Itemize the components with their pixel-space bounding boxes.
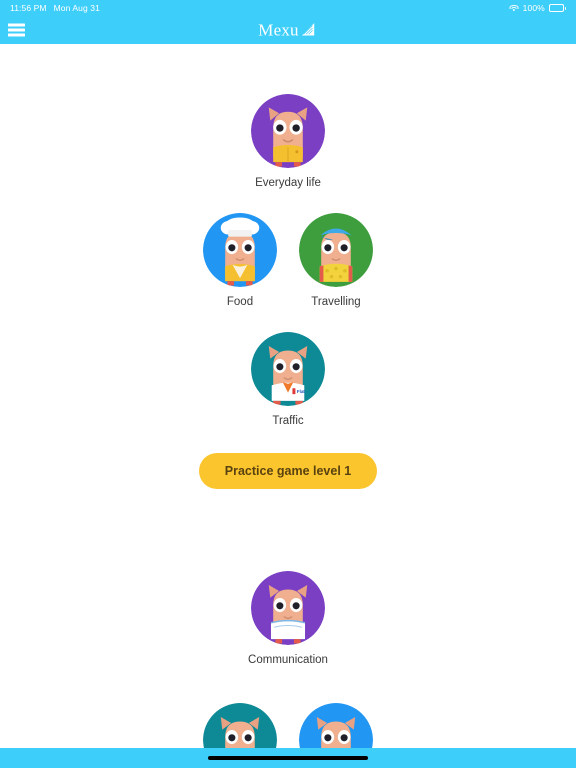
status-bar: 11:56 PM Mon Aug 31 100% [0, 0, 576, 16]
category-label: Communication [248, 653, 328, 666]
status-time: 11:56 PM [10, 3, 47, 13]
brand-logo: Mexu [258, 22, 317, 39]
category-row-3: Flat Traffic [0, 332, 576, 428]
category-label: Food [226, 296, 254, 309]
avatar-everyday-life [251, 94, 325, 168]
hamburger-menu-icon[interactable] [8, 23, 25, 37]
category-tile-communication[interactable]: Communication [218, 570, 358, 667]
status-bar-left: 11:56 PM Mon Aug 31 [10, 3, 100, 13]
category-label: Traffic [272, 415, 304, 428]
avatar-traffic: Flat [251, 332, 325, 407]
category-list: Everyday life Food Travelling Flat Traff… [0, 44, 576, 768]
practice-game-button[interactable]: Practice game level 1 [198, 452, 378, 489]
battery-full-icon [548, 4, 566, 12]
category-tile-food[interactable]: Food [192, 213, 288, 309]
bottom-bar [0, 748, 576, 768]
category-label: Travelling [311, 296, 361, 309]
home-indicator[interactable] [208, 756, 368, 760]
category-label: Everyday life [255, 177, 321, 189]
status-date: Mon Aug 31 [53, 3, 100, 13]
avatar-travelling [299, 213, 373, 288]
brand-name: Mexu [258, 20, 299, 40]
category-row-1: Everyday life [0, 94, 576, 190]
app-screen: 11:56 PM Mon Aug 31 100% Mexu Everyday l… [0, 0, 576, 768]
category-tile-traffic[interactable]: Flat Traffic [240, 332, 336, 428]
category-row-4: Communication [0, 570, 576, 667]
practice-button-row: Practice game level 1 [0, 452, 576, 489]
category-tile-everyday-life[interactable]: Everyday life [240, 94, 336, 190]
svg-text:Flat: Flat [297, 389, 305, 394]
avatar-food [203, 213, 277, 288]
wing-logo-icon [302, 23, 315, 36]
category-row-2: Food Travelling [0, 213, 576, 309]
avatar-communication [251, 570, 325, 645]
status-bar-right: 100% [509, 3, 566, 13]
app-header: Mexu [0, 16, 576, 44]
battery-percent-label: 100% [522, 3, 545, 13]
category-tile-travelling[interactable]: Travelling [288, 213, 384, 309]
wifi-icon [509, 4, 519, 12]
